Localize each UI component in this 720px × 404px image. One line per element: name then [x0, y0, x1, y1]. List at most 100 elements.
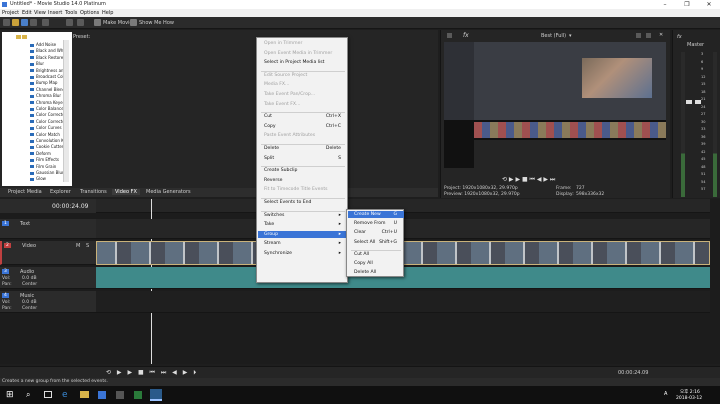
- tab-media-generators[interactable]: Media Generators: [146, 189, 191, 195]
- tab-explorer[interactable]: Explorer: [50, 189, 71, 195]
- menu-view[interactable]: View: [34, 10, 46, 16]
- group-submenu-item[interactable]: Clear: [354, 230, 366, 235]
- master-fader[interactable]: [695, 100, 701, 104]
- fx-list-item[interactable]: Color Balance: [30, 106, 64, 111]
- context-menu-item[interactable]: Synchronize: [264, 251, 292, 256]
- context-menu-item[interactable]: Select in Project Media list: [264, 60, 324, 65]
- fx-list-item[interactable]: Channel Blend: [30, 87, 64, 92]
- save-icon[interactable]: [21, 19, 28, 26]
- master-fader[interactable]: [686, 100, 692, 104]
- fx-list-item[interactable]: Bump Map: [30, 80, 57, 85]
- fx-list-item[interactable]: Broadcast Color: [30, 74, 64, 79]
- minimize-icon[interactable]: –: [654, 0, 676, 9]
- fx-list-item[interactable]: Film Effects: [30, 157, 59, 162]
- track-name[interactable]: Audio: [20, 269, 34, 275]
- context-menu-item[interactable]: Reverse: [264, 178, 282, 183]
- search-icon[interactable]: ⌕: [26, 390, 30, 400]
- fx-list-item[interactable]: Glow: [30, 176, 46, 181]
- task-view-icon[interactable]: [44, 391, 52, 398]
- dropdown-icon[interactable]: ▾: [569, 33, 572, 39]
- context-menu-item[interactable]: Take: [264, 222, 274, 227]
- close-icon[interactable]: ✕: [698, 0, 720, 9]
- context-menu-item[interactable]: Switches: [264, 213, 284, 218]
- track-lane-music[interactable]: [96, 291, 710, 313]
- properties-icon[interactable]: [42, 19, 49, 26]
- play-icon[interactable]: ⟲ ▶ ▶ ■ ⏮ ◀ ▶ ⏭: [502, 176, 555, 184]
- new-project-icon[interactable]: [3, 19, 10, 26]
- fx-list-item[interactable]: Cookie Cutter: [30, 144, 63, 149]
- folder-icon[interactable]: [80, 391, 89, 398]
- track-header-video[interactable]: 2 Video M S: [0, 241, 96, 265]
- track-name[interactable]: Video: [22, 243, 36, 249]
- fx-list-item[interactable]: Color Corrector: [30, 112, 64, 117]
- group-submenu-item[interactable]: Remove From: [354, 221, 385, 226]
- make-movie-button[interactable]: Make Movie: [103, 20, 133, 26]
- make-movie-icon[interactable]: [94, 19, 101, 26]
- menu-project[interactable]: Project: [2, 10, 19, 16]
- group-submenu-item[interactable]: Select All: [354, 240, 375, 245]
- fx-list-item[interactable]: Blur: [30, 61, 44, 66]
- undo-icon[interactable]: [66, 19, 73, 26]
- fx-list-item[interactable]: Color Curves: [30, 125, 62, 130]
- menu-options[interactable]: Options: [80, 10, 99, 16]
- fx-list-item[interactable]: Deform: [30, 151, 51, 156]
- fx-icon[interactable]: fx: [463, 32, 469, 39]
- menu-edit[interactable]: Edit: [22, 10, 32, 16]
- fx-list-item[interactable]: Black Restore: [30, 55, 63, 60]
- track-header-music[interactable]: 4 Music Vol: 0.0 dB Pan: Center: [0, 291, 96, 313]
- app-icon-taskbar[interactable]: [116, 391, 124, 399]
- show-me-how-icon[interactable]: [130, 19, 137, 26]
- show-me-how-button[interactable]: Show Me How: [139, 20, 174, 26]
- restore-icon[interactable]: ❐: [676, 0, 698, 9]
- fx-list-item[interactable]: Add Noise: [30, 42, 56, 47]
- fx-list-item[interactable]: Convolution Ker: [30, 138, 64, 143]
- context-menu-item[interactable]: Delete: [264, 146, 279, 151]
- fx-list-item[interactable]: Chroma Blur: [30, 93, 61, 98]
- menu-tools[interactable]: Tools: [65, 10, 77, 16]
- fx-list-item[interactable]: Chroma Keyer: [30, 100, 64, 105]
- track-name[interactable]: Music: [20, 293, 34, 299]
- preview-quality-select[interactable]: Best (Full): [541, 33, 566, 39]
- fx-list-scrollbar[interactable]: [63, 40, 69, 182]
- menu-help[interactable]: Help: [102, 10, 113, 16]
- edge-icon[interactable]: e: [62, 390, 68, 400]
- context-menu-item[interactable]: Cut: [264, 114, 272, 119]
- app-icon-taskbar[interactable]: [134, 391, 142, 399]
- context-menu-item[interactable]: Copy: [264, 124, 276, 129]
- mute-icon[interactable]: M: [76, 243, 80, 249]
- context-menu-item[interactable]: Group: [264, 232, 278, 237]
- master-fx-icon[interactable]: fx: [677, 34, 682, 40]
- vol-value[interactable]: 0.0 dB: [22, 300, 37, 305]
- fx-list-item[interactable]: Color Match: [30, 132, 60, 137]
- copy-snapshot-icon[interactable]: [636, 33, 641, 38]
- movie-studio-taskbar-icon[interactable]: [150, 389, 162, 401]
- context-menu-item[interactable]: Select Events to End: [264, 200, 311, 205]
- context-menu-item[interactable]: Stream: [264, 241, 281, 246]
- taskbar-lang[interactable]: A: [664, 391, 667, 397]
- group-submenu-item[interactable]: Cut All: [354, 252, 369, 257]
- redo-icon[interactable]: [77, 19, 84, 26]
- vol-value[interactable]: 0.0 dB: [22, 276, 37, 281]
- fx-list-item[interactable]: Film Grain: [30, 164, 56, 169]
- solo-icon[interactable]: S: [86, 243, 89, 249]
- render-icon[interactable]: [30, 19, 37, 26]
- start-icon[interactable]: ⊞: [6, 390, 14, 400]
- menu-insert[interactable]: Insert: [48, 10, 62, 16]
- tab-video-fx[interactable]: Video FX: [112, 189, 140, 195]
- group-submenu-item[interactable]: Create New: [354, 212, 381, 217]
- open-icon[interactable]: [12, 19, 19, 26]
- fx-list[interactable]: Add NoiseBlack and White Black RestoreBlu…: [28, 40, 64, 182]
- fx-list-item[interactable]: Black and White: [30, 48, 64, 53]
- store-icon[interactable]: [98, 391, 106, 399]
- transport-controls-icon[interactable]: ⟲ ▶ ▶ ■ ⏮ ⏭ ◀ ▶ ⏵: [106, 369, 198, 377]
- context-menu-item[interactable]: Split: [264, 156, 274, 161]
- fx-list-item[interactable]: Color Corrector: [30, 119, 64, 124]
- pan-value[interactable]: Center: [22, 306, 37, 311]
- fx-list-item[interactable]: Gaussian Blur: [30, 170, 64, 175]
- settings-icon[interactable]: [447, 33, 452, 38]
- save-snapshot-icon[interactable]: [646, 33, 651, 38]
- track-name[interactable]: Text: [20, 221, 30, 227]
- panel-menu-icon[interactable]: ✕: [659, 32, 663, 38]
- track-header-text[interactable]: 1 Text: [0, 219, 96, 239]
- track-header-audio[interactable]: 3 Audio Vol: 0.0 dB Pan: Center: [0, 267, 96, 289]
